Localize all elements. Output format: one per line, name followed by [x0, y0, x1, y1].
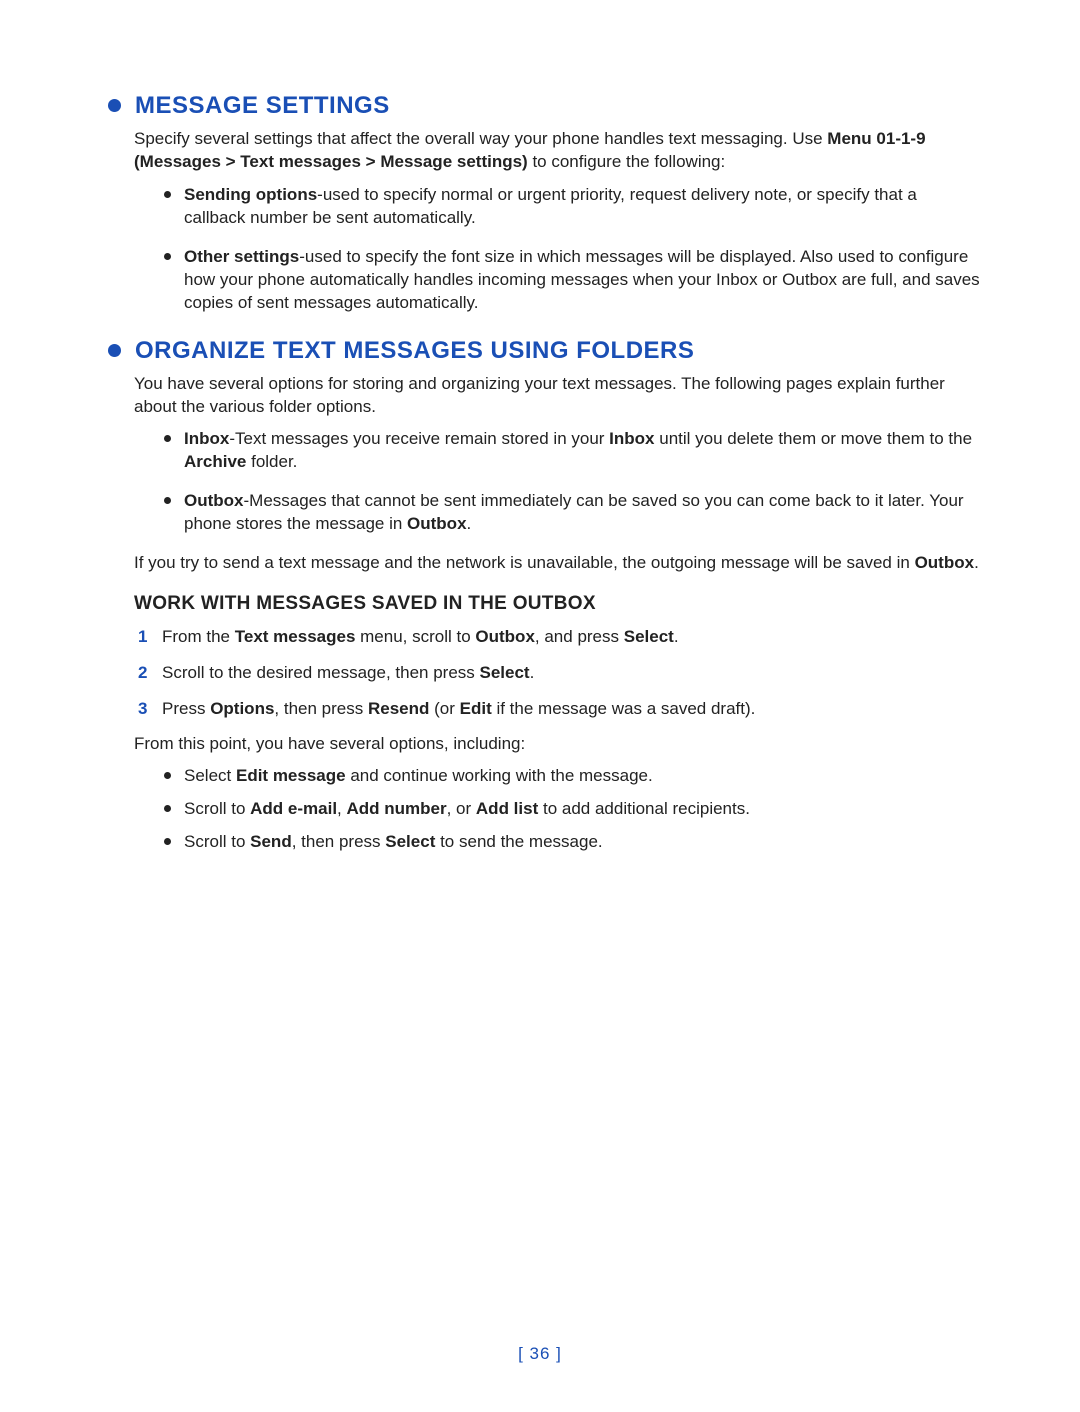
options-list: Select Edit message and continue working… — [134, 765, 980, 854]
list-item: Sending options-used to specify normal o… — [164, 184, 980, 230]
section-organize-folders: Organize Text Messages Using Folders You… — [100, 337, 980, 855]
settings-list: Sending options-used to specify normal o… — [134, 184, 980, 315]
list-item: Scroll to Add e-mail, Add number, or Add… — [164, 798, 980, 821]
steps-list: From the Text messages menu, scroll to O… — [134, 625, 980, 720]
step-item: Press Options, then press Resend (or Edi… — [138, 697, 980, 721]
section-body: You have several options for storing and… — [134, 373, 980, 855]
subheading-outbox: Work with messages saved in the Outbox — [134, 593, 980, 615]
bullet-icon — [108, 99, 121, 112]
section-body: Specify several settings that affect the… — [134, 128, 980, 315]
list-item: Other settings-used to specify the font … — [164, 246, 980, 315]
after-paragraph: If you try to send a text message and th… — [134, 552, 980, 575]
section-message-settings: Message Settings Specify several setting… — [100, 92, 980, 315]
intro-paragraph: You have several options for storing and… — [134, 373, 980, 419]
step-item: From the Text messages menu, scroll to O… — [138, 625, 980, 649]
section-title: Message Settings — [135, 92, 390, 120]
intro-paragraph: Specify several settings that affect the… — [134, 128, 980, 174]
after-steps-paragraph: From this point, you have several option… — [134, 733, 980, 756]
page-content: Message Settings Specify several setting… — [0, 0, 1080, 936]
list-item: Outbox-Messages that cannot be sent imme… — [164, 490, 980, 536]
list-item: Inbox-Text messages you receive remain s… — [164, 428, 980, 474]
heading-row: Organize Text Messages Using Folders — [100, 337, 980, 371]
bullet-icon — [108, 344, 121, 357]
heading-row: Message Settings — [100, 92, 980, 126]
list-item: Scroll to Send, then press Select to sen… — [164, 831, 980, 854]
step-item: Scroll to the desired message, then pres… — [138, 661, 980, 685]
page-number: [ 36 ] — [0, 1344, 1080, 1364]
section-title: Organize Text Messages Using Folders — [135, 337, 694, 365]
list-item: Select Edit message and continue working… — [164, 765, 980, 788]
folders-list: Inbox-Text messages you receive remain s… — [134, 428, 980, 536]
